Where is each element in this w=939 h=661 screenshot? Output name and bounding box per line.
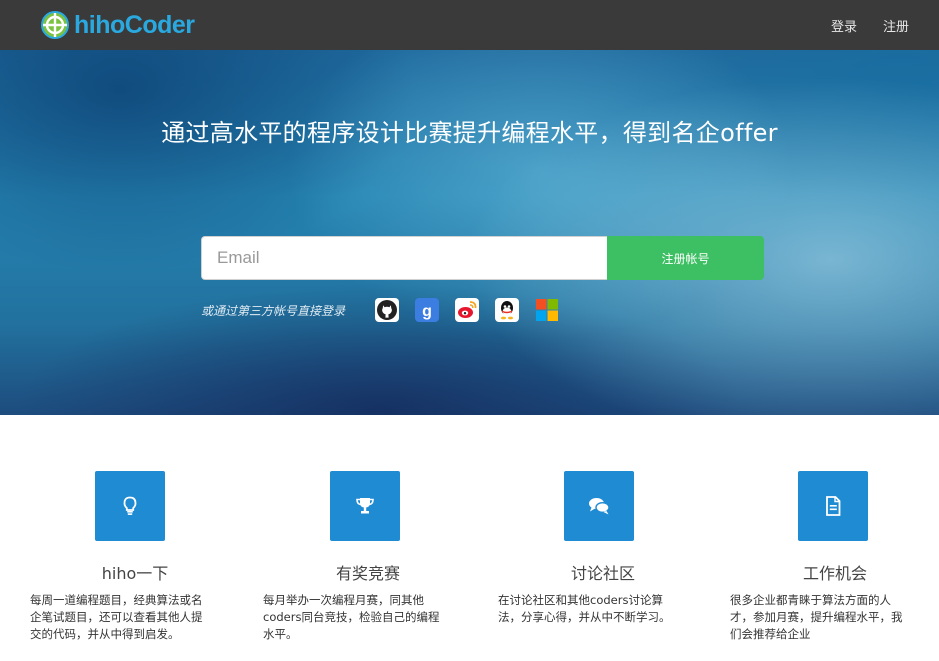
desc-line: 很多企业都青睐于算法方面的人	[730, 593, 891, 607]
logo-text: hihoCoder	[74, 11, 195, 39]
desc-line: 法，分享心得，并从中不断学习。	[498, 610, 671, 624]
feature-icon-box[interactable]	[95, 471, 165, 541]
login-link[interactable]: 登录	[831, 16, 857, 35]
feature-icon-box[interactable]	[564, 471, 634, 541]
desc-line: 每月举办一次编程月赛，同其他	[263, 593, 424, 607]
desc-line: 企笔试题目，还可以查看其他人提	[30, 610, 203, 624]
feature-description: 很多企业都青睐于算法方面的人 才，参加月赛，提升编程水平，我 们会推荐给企业	[730, 592, 939, 643]
desc-line: 水平。	[263, 627, 298, 641]
desc-line: 在讨论社区和其他coders讨论算	[498, 593, 663, 607]
register-link[interactable]: 注册	[883, 16, 909, 35]
crosshair-logo-icon	[41, 11, 69, 39]
feature-title: 有奖竞赛	[335, 564, 400, 583]
feature-title: 工作机会	[802, 564, 867, 583]
feature-title: hiho一下	[101, 564, 169, 583]
qq-icon[interactable]	[495, 298, 520, 322]
feature-description: 每月举办一次编程月赛，同其他 coders同台竞技，检验自己的编程 水平。	[263, 592, 473, 643]
third-party-login-label: 或通过第三方帐号直接登录	[201, 303, 346, 318]
desc-line: 们会推荐给企业	[730, 627, 811, 641]
desc-line: 才，参加月赛，提升编程水平，我	[730, 610, 903, 624]
github-icon[interactable]	[375, 298, 400, 322]
third-party-login: 或通过第三方帐号直接登录 g	[201, 296, 575, 324]
features-section: hiho一下 每周一道编程题目，经典算法或名 企笔试题目，还可以查看其他人提 交…	[0, 415, 939, 661]
top-navbar: hihoCoder 登录 注册	[0, 0, 939, 50]
desc-line: 交的代码，并从中得到启发。	[30, 627, 180, 641]
feature-icon-box[interactable]	[798, 471, 868, 541]
google-icon[interactable]: g	[415, 298, 440, 322]
desc-line: 每周一道编程题目，经典算法或名	[30, 593, 203, 607]
document-icon	[826, 496, 841, 516]
feature-title: 讨论社区	[570, 564, 635, 583]
hihocoder-logo[interactable]: hihoCoder	[40, 9, 195, 41]
desc-line: coders同台竞技，检验自己的编程	[263, 610, 440, 624]
trophy-icon	[356, 498, 374, 514]
hero-banner: 通过高水平的程序设计比赛提升编程水平，得到名企offer 注册帐号 或通过第三方…	[0, 50, 939, 415]
feature-description: 在讨论社区和其他coders讨论算 法，分享心得，并从中不断学习。	[498, 592, 708, 626]
feature-description: 每周一道编程题目，经典算法或名 企笔试题目，还可以查看其他人提 交的代码，并从中…	[30, 592, 240, 643]
email-input[interactable]	[201, 236, 608, 280]
microsoft-icon[interactable]	[535, 298, 559, 322]
register-account-button[interactable]: 注册帐号	[607, 236, 764, 280]
lightbulb-icon	[123, 496, 137, 515]
weibo-icon[interactable]	[455, 298, 480, 322]
feature-icon-box[interactable]	[330, 471, 400, 541]
nav-links: 登录 注册	[805, 0, 909, 50]
svg-text:g: g	[422, 303, 432, 320]
chat-bubbles-icon	[589, 498, 610, 515]
hero-title: 通过高水平的程序设计比赛提升编程水平，得到名企offer	[161, 119, 778, 147]
